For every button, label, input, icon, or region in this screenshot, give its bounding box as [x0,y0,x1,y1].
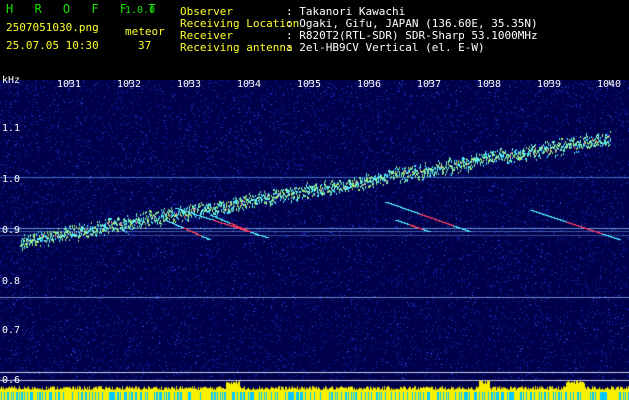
x-tick-1031: 1031 [57,79,82,90]
x-tick-1035: 1035 [297,79,322,90]
y-unit-label: kHz [2,75,21,86]
x-tick-1039: 1039 [537,79,562,90]
x-tick-1032: 1032 [117,79,142,90]
y-tick-1-1: 1.1 [2,123,21,134]
app-version: 1.0.0 [125,5,156,16]
x-tick-1033: 1033 [177,79,202,90]
x-tick-1038: 1038 [477,79,502,90]
x-tick-1034: 1034 [237,79,262,90]
y-tick-0-8: 0.8 [2,276,21,287]
antenna-label: Receiving antenna [180,41,293,54]
datetime-label: 25.07.05 10:30 [6,39,99,52]
y-tick-1-0: 1.0 [2,174,21,185]
antenna-value: : 2el-HB9CV Vertical (el. E-W) [286,41,485,54]
filename-label: 2507051030.png [6,21,99,34]
x-tick-1036: 1036 [357,79,382,90]
meteor-count: 37 [138,39,152,52]
y-tick-0-9: 0.9 [2,225,21,236]
y-tick-0-7: 0.7 [2,325,21,336]
meteor-label: meteor [125,25,165,38]
info-header: H R O F F T 1.0.0 2507051030.png meteor … [0,0,629,80]
spectrogram-canvas [0,80,629,400]
y-tick-0-6: 0.6 [2,375,21,386]
x-tick-1037: 1037 [417,79,442,90]
x-tick-1040: 1040 [597,79,622,90]
